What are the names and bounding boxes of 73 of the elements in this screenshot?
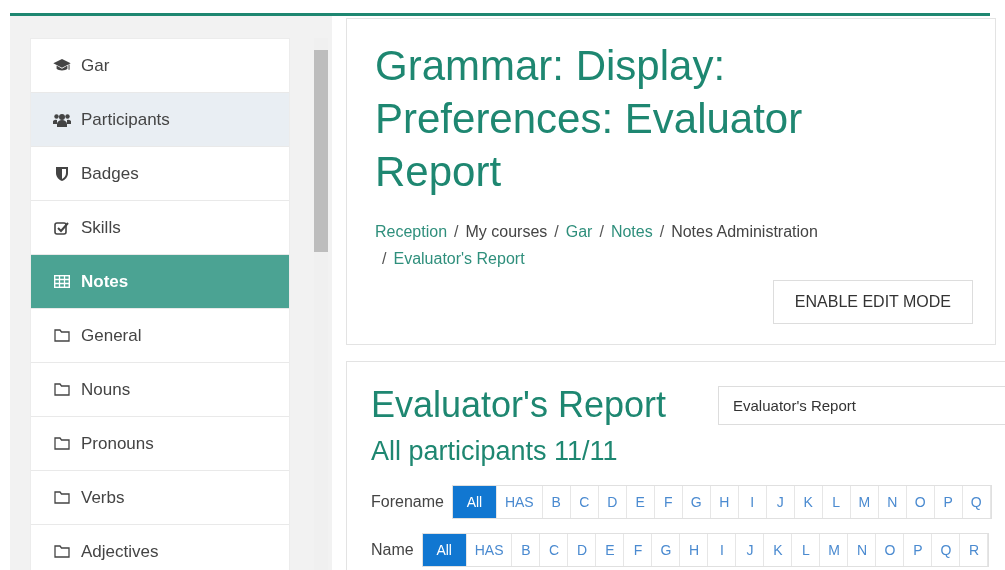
users-icon (53, 112, 71, 127)
initial-filter-link[interactable]: I (738, 486, 767, 518)
report-title: Evaluator's Report (371, 384, 666, 426)
participants-count: All participants 11/11 (371, 436, 619, 467)
breadcrumb-separator: / (454, 222, 459, 242)
checkbox-icon (53, 220, 71, 235)
sidebar-item[interactable]: Verbs (31, 471, 289, 525)
initial-filter-link[interactable]: B (512, 534, 541, 566)
initial-filter-link[interactable]: L (822, 486, 851, 518)
initial-filter-link[interactable]: F (654, 486, 683, 518)
initial-filter-link[interactable]: G (682, 486, 711, 518)
breadcrumb-link[interactable]: Gar (565, 218, 593, 245)
initial-filter-link[interactable]: H (680, 534, 709, 566)
initial-filter-link[interactable]: M (820, 534, 849, 566)
filter-label: Name (371, 541, 414, 559)
initial-filter-link[interactable]: HAS (466, 534, 513, 566)
folder-icon (53, 437, 71, 450)
breadcrumb-separator: / (554, 222, 559, 242)
breadcrumb-separator: / (659, 222, 665, 242)
initial-filter-link[interactable]: C (570, 486, 599, 518)
initial-filter-link[interactable]: O (906, 486, 935, 518)
table-icon (53, 275, 71, 288)
initial-filter-link[interactable]: E (626, 486, 655, 518)
breadcrumb-separator: / (382, 249, 387, 269)
initial-filter-link[interactable]: I (708, 534, 737, 566)
breadcrumb-text: My courses (465, 222, 548, 242)
initial-filter-link[interactable]: C (540, 534, 569, 566)
filter-label: Forename (371, 493, 444, 511)
initial-filter-link[interactable]: G (652, 534, 681, 566)
initial-filter-link[interactable]: L (792, 534, 821, 566)
sidebar-item[interactable]: Nouns (31, 363, 289, 417)
sidebar-item[interactable]: Badges (31, 147, 289, 201)
initial-filter-link[interactable]: HAS (496, 486, 543, 518)
initial-filter-link[interactable]: M (850, 486, 879, 518)
initial-filter-link[interactable]: N (878, 486, 907, 518)
initial-filter-link[interactable]: Q (932, 534, 961, 566)
initial-filter-link[interactable]: Q (962, 486, 991, 518)
sidebar-item[interactable]: Participants (31, 93, 289, 147)
initial-filter-link[interactable]: J (766, 486, 795, 518)
initial-filter-link[interactable]: K (764, 534, 793, 566)
initial-filter-link[interactable]: N (848, 534, 877, 566)
enable-edit-mode-button[interactable]: ENABLE EDIT MODE (772, 280, 973, 324)
initial-filter-link[interactable]: H (710, 486, 739, 518)
initial-filter-link[interactable]: D (598, 486, 627, 518)
initial-filter-link[interactable]: O (876, 534, 905, 566)
initial-filter-link[interactable]: P (904, 534, 933, 566)
initial-filter-link[interactable]: P (934, 486, 963, 518)
initial-filter-link[interactable]: F (624, 534, 653, 566)
initial-filter-link[interactable]: All (422, 534, 467, 566)
initial-filter-link[interactable]: B (542, 486, 571, 518)
graduation-cap-icon (53, 59, 71, 72)
page-title: Grammar: Display: Preferences: Evaluator Report (375, 41, 804, 197)
folder-icon (53, 329, 71, 342)
sidebar-item[interactable]: General (31, 309, 289, 363)
breadcrumb-text: Notes Administration (671, 222, 818, 242)
breadcrumb-link[interactable]: Evaluator's Report (393, 245, 525, 272)
initial-filter-link[interactable]: D (568, 534, 597, 566)
initial-filter-link[interactable]: J (736, 534, 765, 566)
breadcrumb-separator: / (599, 222, 604, 242)
report-select[interactable]: Evaluator's Report (718, 385, 1005, 425)
sidebar-item[interactable]: Pronouns (31, 417, 289, 471)
breadcrumb-link[interactable]: Reception (375, 218, 448, 245)
initial-filter-link[interactable]: All (452, 486, 497, 518)
sidebar-item[interactable]: Adjectives (31, 525, 289, 570)
shield-icon (53, 166, 71, 181)
breadcrumb-link[interactable]: Notes (610, 218, 653, 245)
initial-filter-link[interactable]: E (596, 534, 625, 566)
folder-icon (53, 545, 71, 558)
folder-icon (53, 383, 71, 396)
folder-icon (53, 491, 71, 504)
initial-filter-link[interactable]: K (794, 486, 823, 518)
initial-filter-link[interactable]: R (960, 534, 989, 566)
sidebar-item[interactable]: Notes (31, 255, 289, 309)
